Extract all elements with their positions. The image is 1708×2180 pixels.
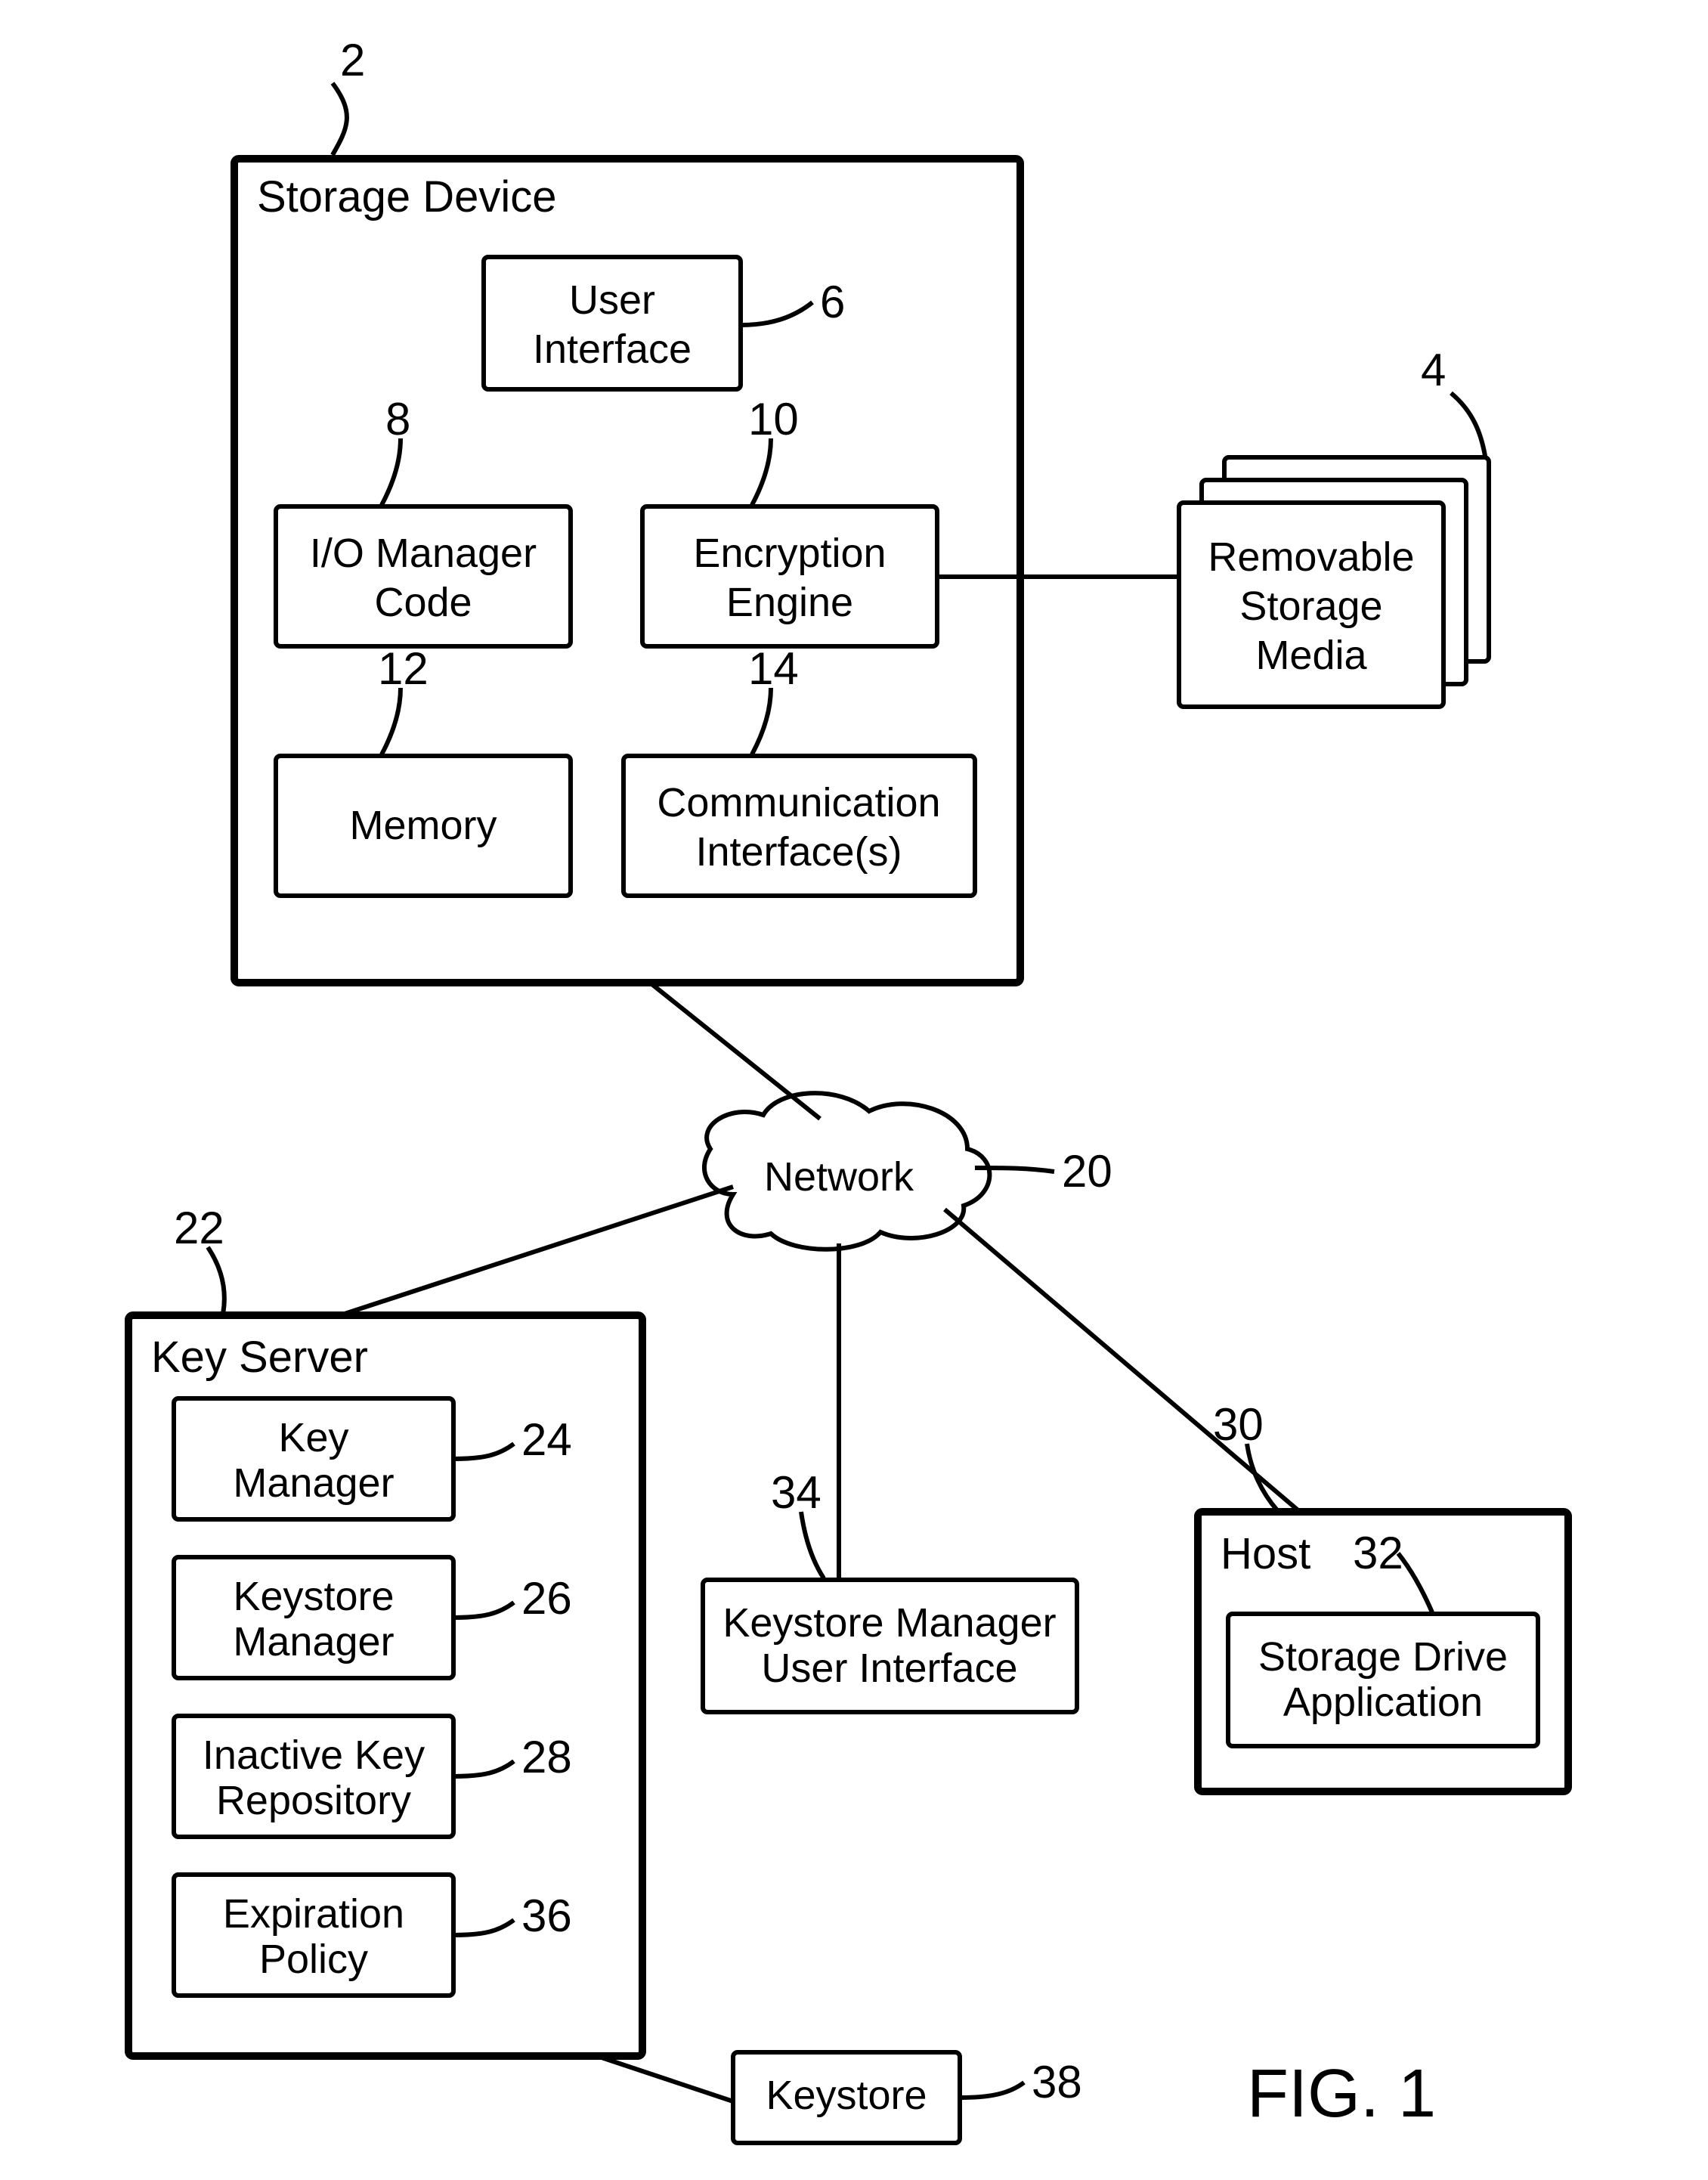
ref-32: 32 <box>1353 1528 1403 1578</box>
ref-6: 6 <box>820 277 845 327</box>
ref-38: 38 <box>1032 2057 1082 2107</box>
ref-24: 24 <box>521 1414 572 1465</box>
ref-10: 10 <box>748 394 799 444</box>
ref-28: 28 <box>521 1732 572 1782</box>
removable-line2: Storage <box>1239 584 1382 629</box>
network-label: Network <box>764 1154 914 1200</box>
keystore-manager-line1: Keystore <box>233 1574 394 1619</box>
memory-line1: Memory <box>349 803 497 848</box>
key-server-title: Key Server <box>151 1333 368 1382</box>
io-manager-line1: I/O Manager <box>310 531 537 576</box>
keystore-label: Keystore <box>766 2073 927 2118</box>
io-manager-line2: Code <box>374 580 472 625</box>
ref-8: 8 <box>385 394 410 444</box>
storage-app-line1: Storage Drive <box>1258 1634 1508 1680</box>
keystore-ui-line2: User Interface <box>761 1646 1017 1691</box>
expiration-line1: Expiration <box>223 1891 404 1937</box>
ref-2: 2 <box>340 35 365 85</box>
ref-12: 12 <box>378 643 429 694</box>
inactive-repo-line1: Inactive Key <box>203 1733 425 1778</box>
diagram: Storage Device 2 User Interface 6 8 10 I… <box>0 0 1708 2180</box>
comm-line1: Communication <box>657 780 940 825</box>
expiration-line2: Policy <box>259 1937 368 1982</box>
figure-label: FIG. 1 <box>1247 2056 1436 2132</box>
encryption-line2: Engine <box>726 580 853 625</box>
user-interface-line2: Interface <box>533 327 692 372</box>
removable-line1: Removable <box>1208 534 1414 580</box>
storage-device-title: Storage Device <box>257 172 557 221</box>
key-manager-line2: Manager <box>233 1460 394 1506</box>
user-interface-line1: User <box>569 277 655 323</box>
removable-line3: Media <box>1255 633 1367 678</box>
keystore-ui-line1: Keystore Manager <box>722 1600 1056 1646</box>
keystore-manager-line2: Manager <box>233 1619 394 1664</box>
ref-30: 30 <box>1213 1399 1264 1450</box>
ref-36: 36 <box>521 1890 572 1941</box>
ref-26: 26 <box>521 1573 572 1624</box>
storage-app-line2: Application <box>1283 1680 1483 1725</box>
ref-22: 22 <box>174 1203 224 1253</box>
encryption-engine-box <box>642 506 937 646</box>
key-manager-line1: Key <box>278 1415 348 1460</box>
ref-20: 20 <box>1062 1146 1112 1197</box>
host-title: Host <box>1221 1529 1310 1578</box>
ref-4: 4 <box>1421 345 1446 395</box>
inactive-repo-line2: Repository <box>216 1778 411 1823</box>
comm-line2: Interface(s) <box>695 829 902 875</box>
comm-interface-box <box>623 756 975 896</box>
encryption-line1: Encryption <box>693 531 886 576</box>
ref-34: 34 <box>771 1467 822 1518</box>
io-manager-box <box>276 506 571 646</box>
ref-14: 14 <box>748 643 799 694</box>
